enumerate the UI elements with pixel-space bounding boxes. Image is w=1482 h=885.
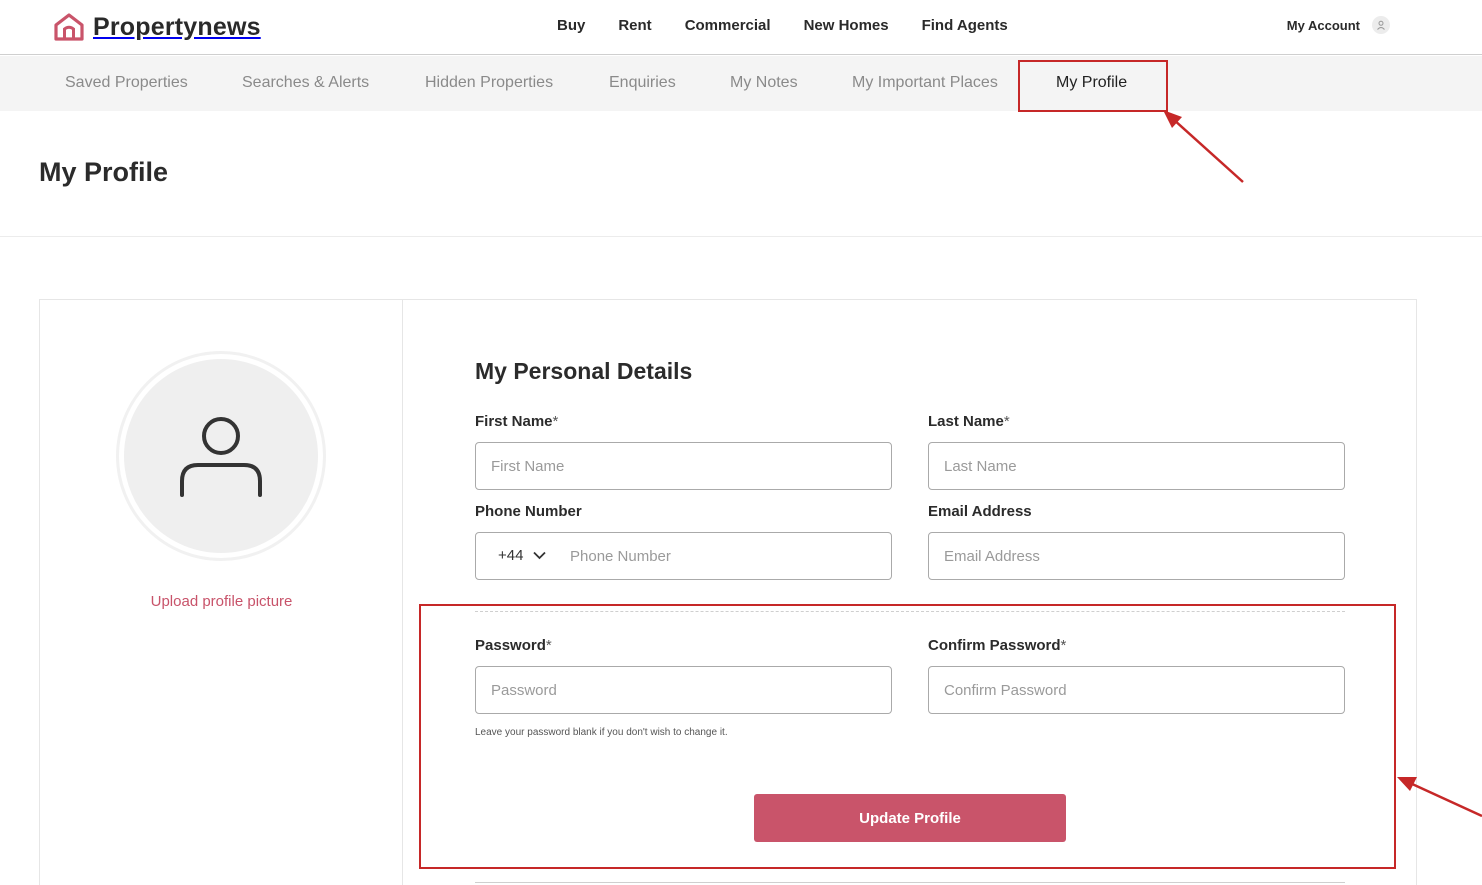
required-marker: *	[552, 413, 559, 430]
nav-rent[interactable]: Rent	[618, 17, 651, 34]
country-code-value: +44	[498, 547, 524, 564]
confirm-password-label-text: Confirm Password	[928, 637, 1061, 654]
avatar-placeholder	[124, 359, 318, 553]
last-name-input[interactable]	[928, 442, 1345, 490]
section-title: My Personal Details	[475, 358, 693, 384]
password-hint: Leave your password blank if you don't w…	[475, 727, 728, 738]
avatar[interactable]	[116, 351, 326, 561]
chevron-down-icon	[533, 551, 547, 560]
account-menu[interactable]: My Account	[1287, 16, 1390, 34]
email-label: Email Address	[928, 503, 1032, 520]
nav-commercial[interactable]: Commercial	[685, 17, 771, 34]
user-icon	[1377, 20, 1385, 30]
annotation-highlight-tab	[1018, 60, 1168, 112]
confirm-password-input[interactable]	[928, 666, 1345, 714]
first-name-label: First Name*	[475, 413, 558, 430]
last-name-label: Last Name*	[928, 413, 1010, 430]
tab-saved-properties[interactable]: Saved Properties	[65, 74, 188, 92]
house-icon	[54, 13, 84, 41]
required-marker: *	[1060, 637, 1067, 654]
nav-new-homes[interactable]: New Homes	[804, 17, 889, 34]
password-label: Password*	[475, 637, 552, 654]
annotation-arrow-tab	[1163, 110, 1244, 183]
nav-find-agents[interactable]: Find Agents	[922, 17, 1008, 34]
country-code-select[interactable]: +44	[498, 547, 547, 564]
first-name-input[interactable]	[475, 442, 892, 490]
account-avatar	[1372, 16, 1390, 34]
phone-field: +44	[475, 532, 892, 580]
password-input[interactable]	[475, 666, 892, 714]
upload-profile-picture-link[interactable]: Upload profile picture	[40, 593, 403, 610]
password-label-text: Password	[475, 637, 546, 654]
profile-card: Upload profile picture My Personal Detai…	[39, 299, 1417, 885]
tab-hidden-properties[interactable]: Hidden Properties	[425, 74, 553, 92]
phone-input[interactable]	[570, 534, 880, 578]
update-profile-button[interactable]: Update Profile	[754, 794, 1066, 842]
page-title: My Profile	[39, 157, 169, 187]
tab-searches-alerts[interactable]: Searches & Alerts	[242, 74, 369, 92]
confirm-password-label: Confirm Password*	[928, 637, 1066, 654]
required-marker: *	[545, 637, 552, 654]
account-subnav: Saved Properties Searches & Alerts Hidde…	[0, 56, 1482, 111]
nav-buy[interactable]: Buy	[557, 17, 585, 34]
email-input[interactable]	[928, 532, 1345, 580]
site-header: Propertynews Buy Rent Commercial New Hom…	[0, 0, 1482, 55]
tab-my-notes[interactable]: My Notes	[730, 74, 798, 92]
main-nav: Buy Rent Commercial New Homes Find Agent…	[557, 17, 1041, 34]
account-label: My Account	[1286, 17, 1360, 33]
title-divider	[0, 236, 1482, 237]
first-name-label-text: First Name	[475, 413, 553, 430]
required-marker: *	[1003, 413, 1010, 430]
phone-label: Phone Number	[475, 503, 582, 520]
brand-name: Propertynews	[93, 12, 261, 41]
form-bottom-divider	[475, 882, 1345, 883]
brand-logo[interactable]: Propertynews	[53, 10, 261, 44]
last-name-label-text: Last Name	[928, 413, 1004, 430]
profile-picture-panel: Upload profile picture	[40, 300, 403, 885]
user-icon	[180, 417, 262, 497]
section-divider	[475, 611, 1345, 612]
tab-enquiries[interactable]: Enquiries	[609, 74, 676, 92]
tab-my-important-places[interactable]: My Important Places	[852, 74, 998, 92]
page: Propertynews Buy Rent Commercial New Hom…	[0, 0, 1482, 885]
